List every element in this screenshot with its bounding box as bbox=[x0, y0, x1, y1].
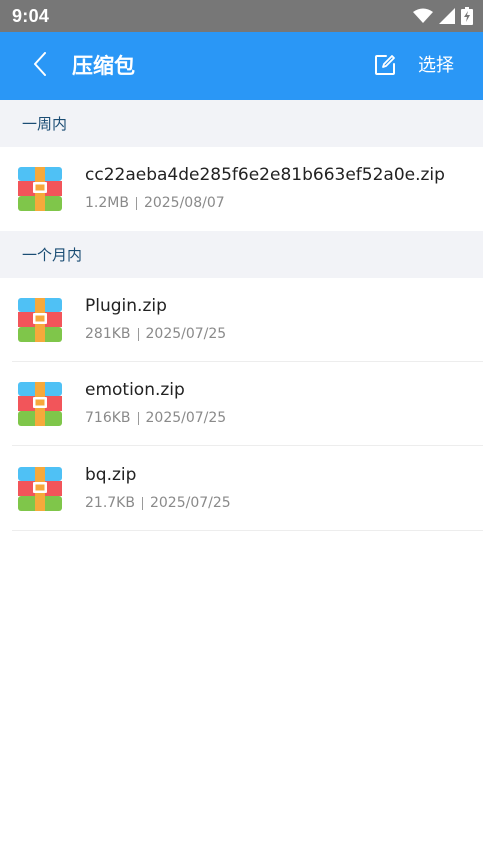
battery-charging-icon bbox=[461, 7, 473, 25]
row-divider bbox=[12, 530, 483, 531]
status-bar: 9:04 bbox=[0, 0, 483, 32]
file-date: 2025/08/07 bbox=[143, 195, 225, 211]
file-row[interactable]: cc22aeba4de285f6e2e81b663ef52a0e.zip 1.2… bbox=[0, 147, 483, 231]
file-row[interactable]: Plugin.zip 281KB 2025/07/25 bbox=[0, 278, 483, 362]
file-row[interactable]: emotion.zip 716KB 2025/07/25 bbox=[0, 362, 483, 446]
status-icons bbox=[413, 7, 473, 25]
edit-icon bbox=[374, 55, 396, 80]
file-meta: 716KB 2025/07/25 bbox=[85, 410, 226, 426]
meta-divider bbox=[135, 196, 137, 210]
section-header-week: 一周内 bbox=[0, 100, 483, 147]
wifi-icon bbox=[413, 8, 433, 24]
file-size: 1.2MB bbox=[85, 195, 129, 211]
file-meta: 281KB 2025/07/25 bbox=[85, 326, 226, 342]
file-size: 716KB bbox=[85, 410, 131, 426]
section-header-month: 一个月内 bbox=[0, 231, 483, 278]
back-button[interactable] bbox=[26, 52, 54, 80]
signal-icon bbox=[439, 8, 455, 24]
file-name: emotion.zip bbox=[85, 380, 185, 400]
file-name: Plugin.zip bbox=[85, 296, 167, 316]
edit-button[interactable] bbox=[374, 54, 398, 78]
meta-divider bbox=[137, 411, 139, 425]
file-size: 21.7KB bbox=[85, 495, 135, 511]
file-date: 2025/07/25 bbox=[145, 410, 227, 426]
select-button[interactable]: 选择 bbox=[418, 52, 454, 80]
file-name: bq.zip bbox=[85, 465, 137, 485]
archive-icon bbox=[18, 298, 62, 342]
row-divider bbox=[12, 445, 483, 446]
archive-icon bbox=[18, 167, 62, 211]
meta-divider bbox=[141, 496, 143, 510]
file-date: 2025/07/25 bbox=[145, 326, 227, 342]
page-title: 压缩包 bbox=[72, 54, 135, 78]
file-row[interactable]: bq.zip 21.7KB 2025/07/25 bbox=[0, 447, 483, 531]
app-bar: 压缩包 选择 bbox=[0, 32, 483, 100]
file-meta: 21.7KB 2025/07/25 bbox=[85, 495, 231, 511]
meta-divider bbox=[137, 327, 139, 341]
file-meta: 1.2MB 2025/08/07 bbox=[85, 195, 225, 211]
file-size: 281KB bbox=[85, 326, 131, 342]
archive-icon bbox=[18, 467, 62, 511]
status-time: 9:04 bbox=[12, 5, 50, 26]
back-chevron-icon bbox=[33, 52, 47, 80]
file-date: 2025/07/25 bbox=[149, 495, 231, 511]
archive-icon bbox=[18, 382, 62, 426]
file-name: cc22aeba4de285f6e2e81b663ef52a0e.zip bbox=[85, 165, 445, 185]
